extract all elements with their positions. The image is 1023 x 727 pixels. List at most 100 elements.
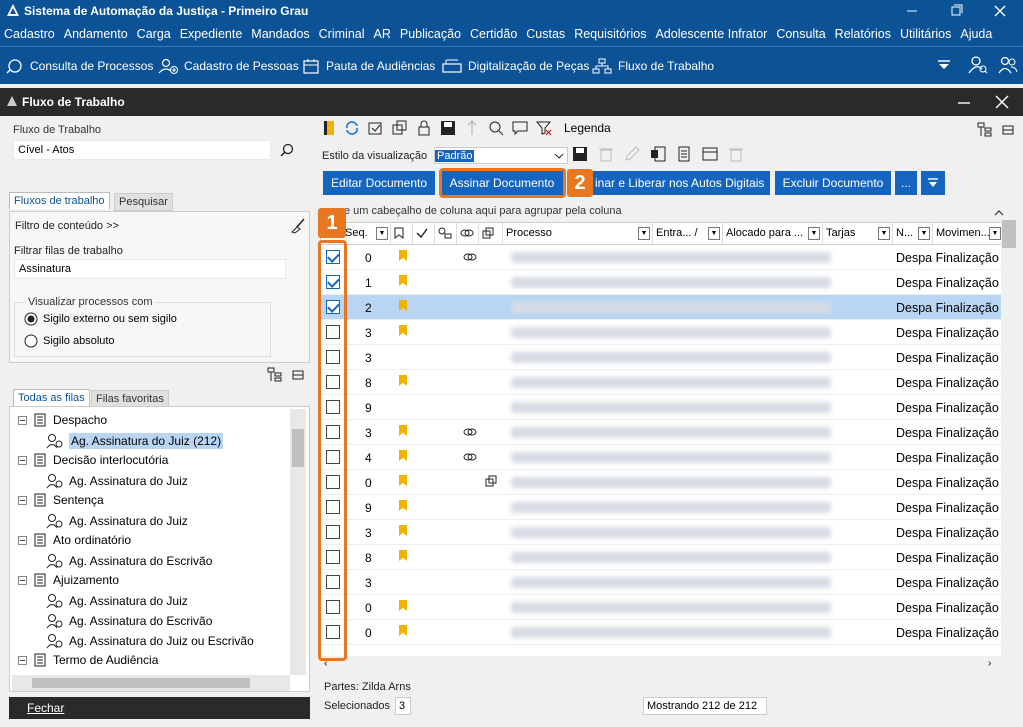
fechar-button[interactable]: Fechar	[9, 697, 310, 719]
filter-icon[interactable]: ▼	[808, 227, 820, 240]
tree-item[interactable]: Ajuizamento	[18, 573, 119, 587]
col-movimento[interactable]: Movimen... ▼	[933, 223, 1002, 245]
menu-item-0[interactable]: Cadastro	[4, 27, 55, 41]
table-row[interactable]: 2 Despa Finalização	[321, 295, 1002, 320]
close-button[interactable]	[978, 0, 1022, 22]
menu-item-10[interactable]: Requisitórios	[574, 27, 646, 41]
tree-item[interactable]: Sentença	[18, 493, 104, 507]
menu-item-2[interactable]: Carga	[137, 27, 171, 41]
collapse-icon[interactable]	[18, 415, 27, 425]
table-row[interactable]: 3 Despa Finalização	[321, 420, 1002, 445]
grid-vscroll-thumb[interactable]	[1002, 220, 1016, 248]
col-entrada[interactable]: Entra... / ▼	[653, 223, 723, 245]
col-processo[interactable]: Processo ▼	[503, 223, 653, 245]
search-icon[interactable]	[280, 143, 294, 160]
table-row[interactable]: 0 Despa Finalização	[321, 620, 1002, 645]
users-icon[interactable]	[998, 55, 1018, 78]
col-alocado[interactable]: Alocado para ... ▼	[723, 223, 823, 245]
assinar-liberar-button[interactable]: inar e Liberar nos Autos Digitais	[593, 171, 770, 195]
tree-item[interactable]: Decisão interlocutória	[18, 453, 168, 467]
dropdown-icon[interactable]	[937, 59, 951, 74]
collapse-icon[interactable]	[18, 655, 27, 665]
menu-item-1[interactable]: Andamento	[64, 27, 128, 41]
broom-icon[interactable]	[290, 218, 306, 237]
tree-hscroll-thumb[interactable]	[32, 678, 250, 688]
col-link[interactable]	[457, 223, 479, 245]
tree-item[interactable]: Termo de Audiência	[18, 653, 158, 667]
estilo-select[interactable]: Padrão	[434, 147, 568, 164]
excluir-documento-button[interactable]: Excluir Documento	[775, 171, 891, 195]
tree-scrollbar-thumb[interactable]	[292, 429, 304, 467]
col-tarjas[interactable]: Tarjas ▼	[823, 223, 893, 245]
col-check[interactable]	[413, 223, 435, 245]
tree-item[interactable]: Ag. Assinatura do Juiz	[46, 513, 188, 529]
tab-pesquisar[interactable]: Pesquisar	[114, 193, 173, 211]
tree-item[interactable]: Ag. Assinatura do Escrivão	[46, 553, 212, 569]
menu-item-6[interactable]: AR	[374, 27, 391, 41]
tree-item[interactable]: Ag. Assinatura do Juiz	[46, 473, 188, 489]
editar-documento-button[interactable]: Editar Documento	[323, 171, 435, 195]
collapse-icon[interactable]	[1002, 124, 1014, 139]
tree-item[interactable]: Ato ordinatório	[18, 533, 131, 547]
table-row[interactable]: 1 Despa Finalização	[321, 270, 1002, 295]
filter-icon[interactable]: ▼	[638, 227, 650, 240]
tree-scrollbar[interactable]	[290, 409, 306, 675]
menu-item-9[interactable]: Custas	[526, 27, 565, 41]
more-actions-button[interactable]: ...	[895, 171, 917, 195]
table-row[interactable]: 3 Despa Finalização	[321, 345, 1002, 370]
collapse-icon[interactable]	[18, 575, 27, 585]
col-bookmark[interactable]	[391, 223, 413, 245]
grid-hscrollbar[interactable]: ‹ ›	[320, 656, 1003, 672]
legenda-label[interactable]: Legenda	[564, 121, 611, 135]
table-row[interactable]: 3 Despa Finalização	[321, 320, 1002, 345]
table-row[interactable]: 0 Despa Finalização	[321, 245, 1002, 270]
filter-icon[interactable]: ▼	[376, 227, 388, 240]
table-row[interactable]: 8 Despa Finalização	[321, 545, 1002, 570]
scroll-right-icon[interactable]: ›	[988, 658, 991, 669]
col-copy[interactable]	[479, 223, 503, 245]
tab-todas-filas[interactable]: Todas as filas	[13, 389, 90, 406]
tree-hscrollbar[interactable]	[12, 675, 290, 691]
fluxo-trabalho-button[interactable]: Fluxo de Trabalho	[592, 58, 714, 74]
minimize-icon[interactable]	[957, 97, 971, 111]
fluxo-select[interactable]: Cível - Atos	[13, 140, 271, 160]
close-icon[interactable]	[995, 95, 1009, 112]
menu-item-4[interactable]: Mandados	[251, 27, 309, 41]
menu-item-11[interactable]: Adolescente Infrator	[655, 27, 767, 41]
tab-fluxos[interactable]: Fluxos de trabalho	[9, 192, 110, 209]
radio-sigilo-absoluto[interactable]: Sigilo absoluto	[24, 334, 115, 348]
menu-item-14[interactable]: Utilitários	[900, 27, 951, 41]
tree-view-icon[interactable]	[977, 122, 993, 141]
pauta-audiencias-button[interactable]: Pauta de Audiências	[302, 58, 435, 74]
table-row[interactable]: 9 Despa Finalização	[321, 395, 1002, 420]
table-row[interactable]: 3 Despa Finalização	[321, 570, 1002, 595]
table-row[interactable]: 9 Despa Finalização	[321, 495, 1002, 520]
filtro-conteudo-link[interactable]: Filtro de conteúdo >>	[15, 220, 119, 232]
tree-collapse-icon[interactable]	[292, 369, 304, 384]
tree-item[interactable]: Ag. Assinatura do Juiz	[46, 593, 188, 609]
menu-item-3[interactable]: Expediente	[180, 27, 243, 41]
toolbar-dropdown-button[interactable]	[921, 171, 945, 195]
table-row[interactable]: 3 Despa Finalização	[321, 520, 1002, 545]
cadastro-pessoas-button[interactable]: Cadastro de Pessoas	[158, 58, 299, 74]
tree-item[interactable]: Despacho	[18, 413, 107, 427]
table-row[interactable]: 0 Despa Finalização	[321, 470, 1002, 495]
collapse-icon[interactable]	[18, 495, 27, 505]
menu-item-13[interactable]: Relatórios	[835, 27, 891, 41]
filter-icon[interactable]: ▼	[918, 227, 930, 240]
menu-item-8[interactable]: Certidão	[470, 27, 517, 41]
table-row[interactable]: 8 Despa Finalização	[321, 370, 1002, 395]
tree-item[interactable]: Ag. Assinatura do Juiz (212)	[46, 433, 224, 449]
tree-item[interactable]: Ag. Assinatura do Juiz ou Escrivão	[46, 633, 254, 649]
filter-icon[interactable]: ▼	[989, 227, 1001, 240]
menu-item-12[interactable]: Consulta	[776, 27, 825, 41]
filter-icon[interactable]: ▼	[708, 227, 720, 240]
filter-icon[interactable]: ▼	[878, 227, 890, 240]
user-search-icon[interactable]	[968, 55, 988, 78]
collapse-icon[interactable]	[18, 455, 27, 465]
menu-item-7[interactable]: Publicação	[400, 27, 461, 41]
menu-item-5[interactable]: Criminal	[319, 27, 365, 41]
filtrar-filas-input[interactable]: Assinatura	[14, 259, 286, 279]
table-row[interactable]: 0 Despa Finalização	[321, 595, 1002, 620]
digitalizacao-pecas-button[interactable]: Digitalização de Peças	[442, 58, 589, 74]
